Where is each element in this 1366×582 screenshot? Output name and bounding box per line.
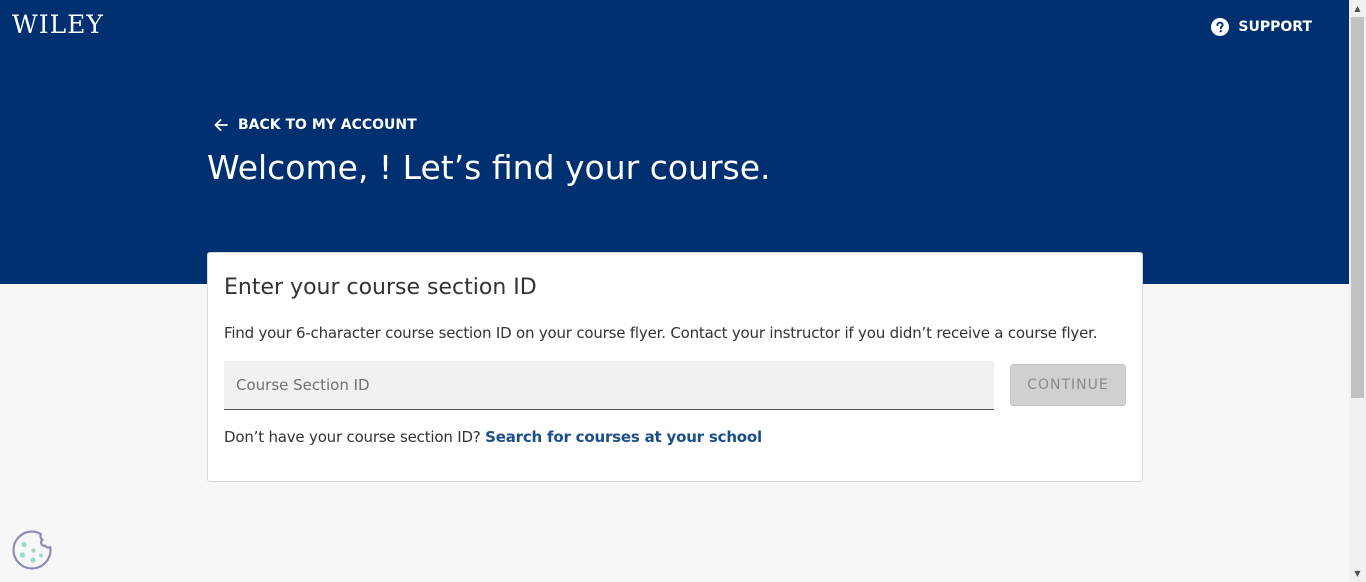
support-link[interactable]: SUPPORT	[1211, 18, 1312, 36]
help-circle-icon	[1211, 18, 1230, 36]
back-to-account-link[interactable]: BACK TO MY ACCOUNT	[212, 116, 417, 134]
card-title: Enter your course section ID	[224, 275, 537, 300]
back-label: BACK TO MY ACCOUNT	[238, 117, 417, 133]
search-courses-link[interactable]: Search for courses at your school	[485, 428, 762, 446]
card-description: Find your 6-character course section ID …	[224, 324, 1098, 342]
support-label: SUPPORT	[1238, 19, 1312, 35]
helper-text: Don’t have your course section ID? Searc…	[224, 427, 762, 447]
scrollbar-thumb[interactable]	[1351, 17, 1364, 398]
header-band: WILEY SUPPORT BACK TO MY ACCOUNT Welcome…	[0, 0, 1349, 284]
continue-button[interactable]: CONTINUE	[1010, 364, 1126, 406]
helper-label: Don’t have your course section ID?	[224, 428, 481, 446]
wiley-logo[interactable]: WILEY	[12, 10, 104, 40]
cookie-settings-button[interactable]	[11, 529, 53, 571]
scroll-down-arrow[interactable]: ▼	[1349, 565, 1366, 582]
course-section-id-field	[224, 361, 994, 410]
page-title: Welcome, ! Let’s find your course.	[207, 148, 771, 187]
arrow-left-icon	[212, 116, 230, 134]
course-id-card: Enter your course section ID Find your 6…	[207, 252, 1143, 482]
cookie-icon	[11, 530, 53, 575]
page-scrollbar[interactable]: ▲ ▼	[1349, 0, 1366, 582]
scroll-up-arrow[interactable]: ▲	[1349, 0, 1366, 17]
course-section-id-input[interactable]	[224, 361, 994, 409]
